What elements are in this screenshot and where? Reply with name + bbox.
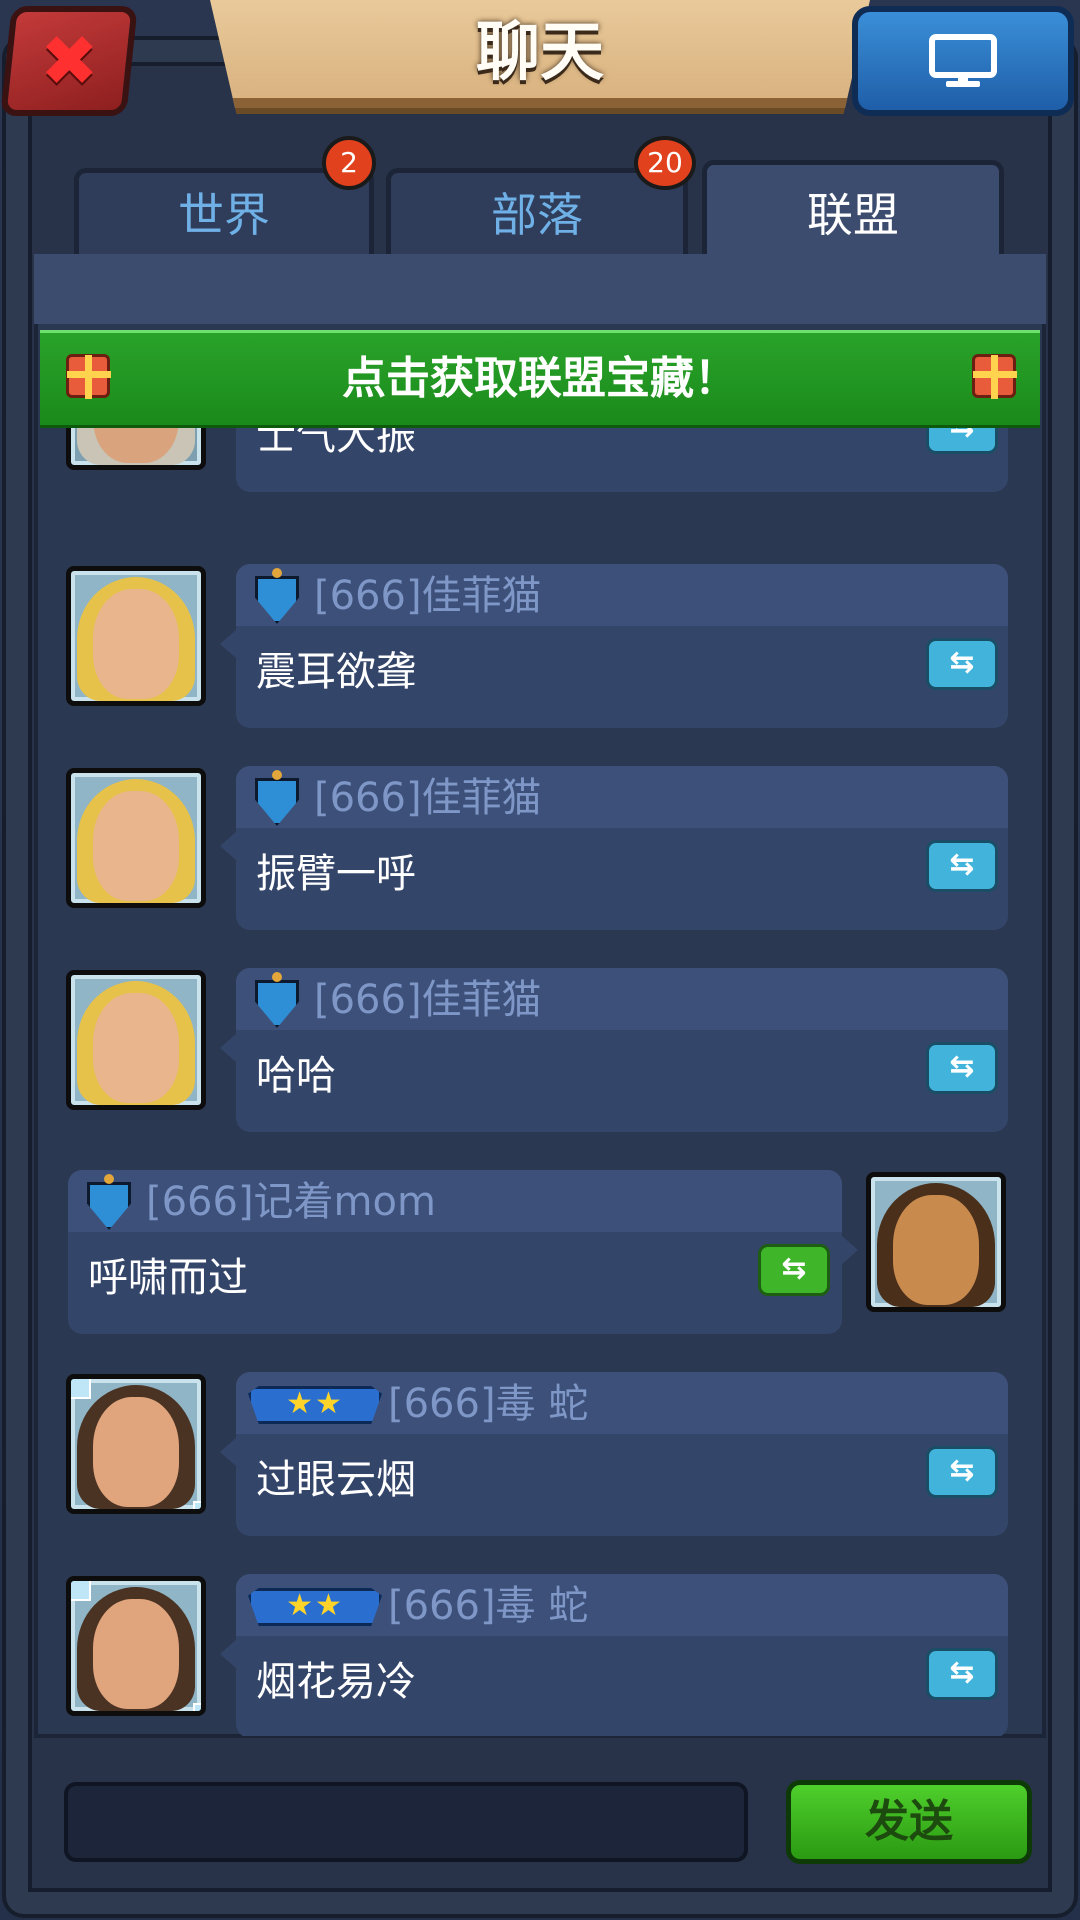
sender-name[interactable]: [666]佳菲猫 bbox=[314, 972, 542, 1028]
monitor-icon bbox=[929, 34, 997, 87]
message-text: 士气大振 bbox=[256, 428, 416, 459]
close-x-icon: ✖ bbox=[39, 20, 99, 102]
translate-button[interactable]: ⇆ bbox=[758, 1244, 830, 1296]
alliance-shield-icon bbox=[84, 1174, 134, 1230]
alliance-shield-icon bbox=[252, 972, 302, 1028]
chat-message: [666]佳菲猫 哈哈 ⇆ bbox=[40, 968, 1040, 1148]
rank-stars-badge: ★★ bbox=[248, 1588, 382, 1626]
page-title: 聊天 bbox=[476, 16, 604, 90]
avatar[interactable] bbox=[66, 1374, 206, 1514]
send-button[interactable]: 发送 bbox=[786, 1780, 1032, 1864]
message-text: 哈哈 bbox=[256, 1053, 336, 1099]
message-input[interactable] bbox=[64, 1782, 748, 1862]
avatar[interactable] bbox=[66, 428, 206, 470]
message-text: 过眼云烟 bbox=[256, 1457, 416, 1503]
tab-label: 世界 bbox=[178, 188, 270, 242]
chat-message-own: [666]记着mom 呼啸而过 ⇆ bbox=[40, 1170, 1040, 1350]
translate-button[interactable]: ⇆ bbox=[926, 1042, 998, 1094]
close-button[interactable]: ✖ bbox=[0, 6, 138, 116]
message-text: 振臂一呼 bbox=[256, 851, 416, 897]
chat-message: 士气大振 ⇆ bbox=[40, 428, 1040, 508]
chat-message: ★★ [666]毒 蛇 烟花易冷 ⇆ bbox=[40, 1574, 1040, 1736]
tab-alliance[interactable]: 联盟 bbox=[702, 160, 1004, 260]
translate-button[interactable]: ⇆ bbox=[926, 428, 998, 454]
message-bubble: [666]佳菲猫 振臂一呼 ⇆ bbox=[220, 766, 1008, 930]
tab-label: 部落 bbox=[491, 188, 583, 242]
sender-name[interactable]: [666]毒 蛇 bbox=[388, 1376, 588, 1432]
message-bubble: [666]佳菲猫 哈哈 ⇆ bbox=[220, 968, 1008, 1132]
translate-button[interactable]: ⇆ bbox=[926, 1648, 998, 1700]
treasure-banner-text[interactable]: 点击获取联盟宝藏！ bbox=[40, 330, 1040, 428]
sender-name[interactable]: [666]记着mom bbox=[146, 1174, 436, 1230]
avatar[interactable] bbox=[66, 970, 206, 1110]
message-text: 呼啸而过 bbox=[88, 1255, 248, 1301]
chat-message: [666]佳菲猫 震耳欲聋 ⇆ bbox=[40, 564, 1040, 744]
sender-name[interactable]: [666]佳菲猫 bbox=[314, 568, 542, 624]
sender-name[interactable]: [666]毒 蛇 bbox=[388, 1578, 588, 1634]
alliance-shield-icon bbox=[252, 568, 302, 624]
avatar[interactable] bbox=[66, 768, 206, 908]
message-bubble: ★★ [666]毒 蛇 过眼云烟 ⇆ bbox=[220, 1372, 1008, 1536]
message-text: 烟花易冷 bbox=[256, 1659, 416, 1705]
message-bubble: [666]佳菲猫 震耳欲聋 ⇆ bbox=[220, 564, 1008, 728]
message-bubble: [666]记着mom 呼啸而过 ⇆ bbox=[68, 1170, 858, 1334]
unread-badge: 2 bbox=[322, 136, 376, 190]
message-bubble: 士气大振 ⇆ bbox=[236, 428, 1008, 492]
translate-button[interactable]: ⇆ bbox=[926, 638, 998, 690]
translate-button[interactable]: ⇆ bbox=[926, 1446, 998, 1498]
avatar[interactable] bbox=[66, 566, 206, 706]
message-text: 震耳欲聋 bbox=[256, 649, 416, 695]
avatar[interactable] bbox=[66, 1576, 206, 1716]
unread-badge: 20 bbox=[634, 136, 696, 190]
chat-panel-header bbox=[34, 254, 1046, 324]
avatar[interactable] bbox=[866, 1172, 1006, 1312]
sender-name[interactable]: [666]佳菲猫 bbox=[314, 770, 542, 826]
translate-button[interactable]: ⇆ bbox=[926, 840, 998, 892]
rank-stars-badge: ★★ bbox=[248, 1386, 382, 1424]
screen-button[interactable] bbox=[852, 6, 1074, 116]
alliance-shield-icon bbox=[252, 770, 302, 826]
chat-message: [666]佳菲猫 振臂一呼 ⇆ bbox=[40, 766, 1040, 946]
chat-message: ★★ [666]毒 蛇 过眼云烟 ⇆ bbox=[40, 1372, 1040, 1552]
message-bubble: ★★ [666]毒 蛇 烟花易冷 ⇆ bbox=[220, 1574, 1008, 1736]
message-list[interactable]: 士气大振 ⇆ [666]佳菲猫 震耳欲聋 ⇆ [666]佳菲猫 振臂一呼 ⇆ bbox=[40, 428, 1040, 1736]
tab-label: 联盟 bbox=[807, 188, 899, 242]
